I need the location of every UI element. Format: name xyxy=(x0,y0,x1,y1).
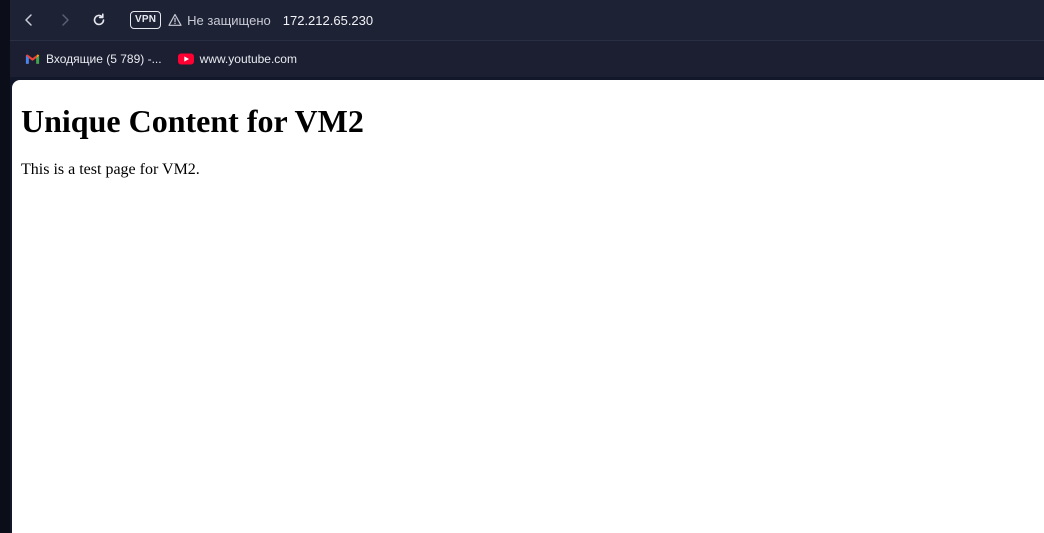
bookmark-label: Входящие (5 789) -... xyxy=(46,52,162,66)
bookmark-gmail[interactable]: Входящие (5 789) -... xyxy=(18,47,168,71)
back-button[interactable] xyxy=(12,4,46,36)
forward-button[interactable] xyxy=(48,4,82,36)
url-field[interactable]: 172.212.65.230 xyxy=(283,13,373,28)
page-viewport: Unique Content for VM2 This is a test pa… xyxy=(12,80,1044,533)
page-heading: Unique Content for VM2 xyxy=(21,103,364,139)
bookmark-youtube[interactable]: www.youtube.com xyxy=(172,47,303,71)
page-paragraph: This is a test page for VM2. xyxy=(21,161,200,178)
bookmarks-bar: Входящие (5 789) -... www.youtube.com xyxy=(10,41,1044,77)
warning-icon[interactable] xyxy=(168,13,182,27)
chevron-left-icon xyxy=(25,14,32,26)
address-toolbar: VPN Не защищено 172.212.65.230 xyxy=(10,0,1044,41)
security-status-label[interactable]: Не защищено xyxy=(187,13,271,28)
window-edge xyxy=(0,0,10,533)
reload-button[interactable] xyxy=(82,4,116,36)
vpn-badge[interactable]: VPN xyxy=(130,11,162,29)
bookmark-label: www.youtube.com xyxy=(199,52,297,66)
chevron-right-icon xyxy=(62,14,69,26)
reload-icon xyxy=(93,13,105,26)
browser-window: VPN Не защищено 172.212.65.230 Входящие … xyxy=(0,0,1044,533)
youtube-icon xyxy=(177,51,194,67)
gmail-icon xyxy=(24,51,40,67)
